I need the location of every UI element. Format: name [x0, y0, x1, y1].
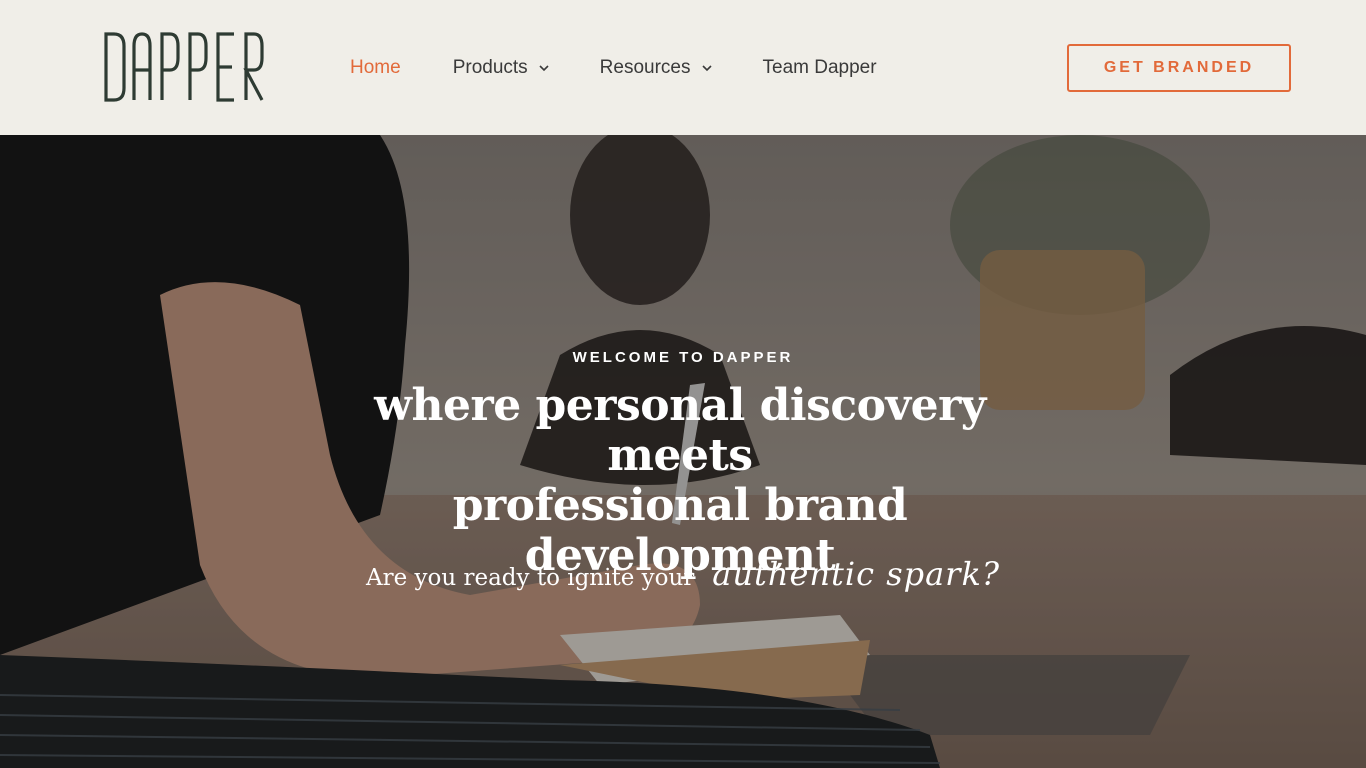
hero-headline-line1: where personal discovery meets [374, 380, 986, 481]
nav-home-label: Home [350, 57, 401, 78]
dapper-logo[interactable] [102, 24, 266, 108]
nav-resources-label: Resources [599, 57, 691, 78]
nav-products-label: Products [452, 57, 528, 78]
site-header: Home Products Resources Team Dapper GET … [0, 0, 1366, 135]
nav-resources[interactable]: Resources [600, 57, 713, 79]
logo-wordmark [104, 32, 264, 102]
hero-tagline-main: Are you ready to ignite your [365, 565, 695, 591]
nav-team-dapper[interactable]: Team Dapper [763, 57, 877, 79]
hero-tagline-script: authentic spark? [712, 555, 1001, 593]
chevron-down-icon [701, 65, 712, 72]
get-branded-button[interactable]: GET BRANDED [1067, 44, 1291, 92]
hero-tagline: Are you ready to ignite your authentic sp… [0, 555, 1366, 593]
main-nav: Home Products Resources Team Dapper [350, 53, 877, 83]
hero-section: WELCOME TO DAPPER where personal discove… [0, 135, 1366, 768]
nav-products[interactable]: Products [453, 57, 550, 79]
chevron-down-icon [539, 65, 549, 72]
nav-home[interactable]: Home [350, 57, 401, 79]
nav-team-dapper-label: Team Dapper [762, 57, 877, 78]
hero-headline: where personal discovery meets professio… [330, 381, 1030, 581]
hero-eyebrow: WELCOME TO DAPPER [572, 349, 794, 366]
